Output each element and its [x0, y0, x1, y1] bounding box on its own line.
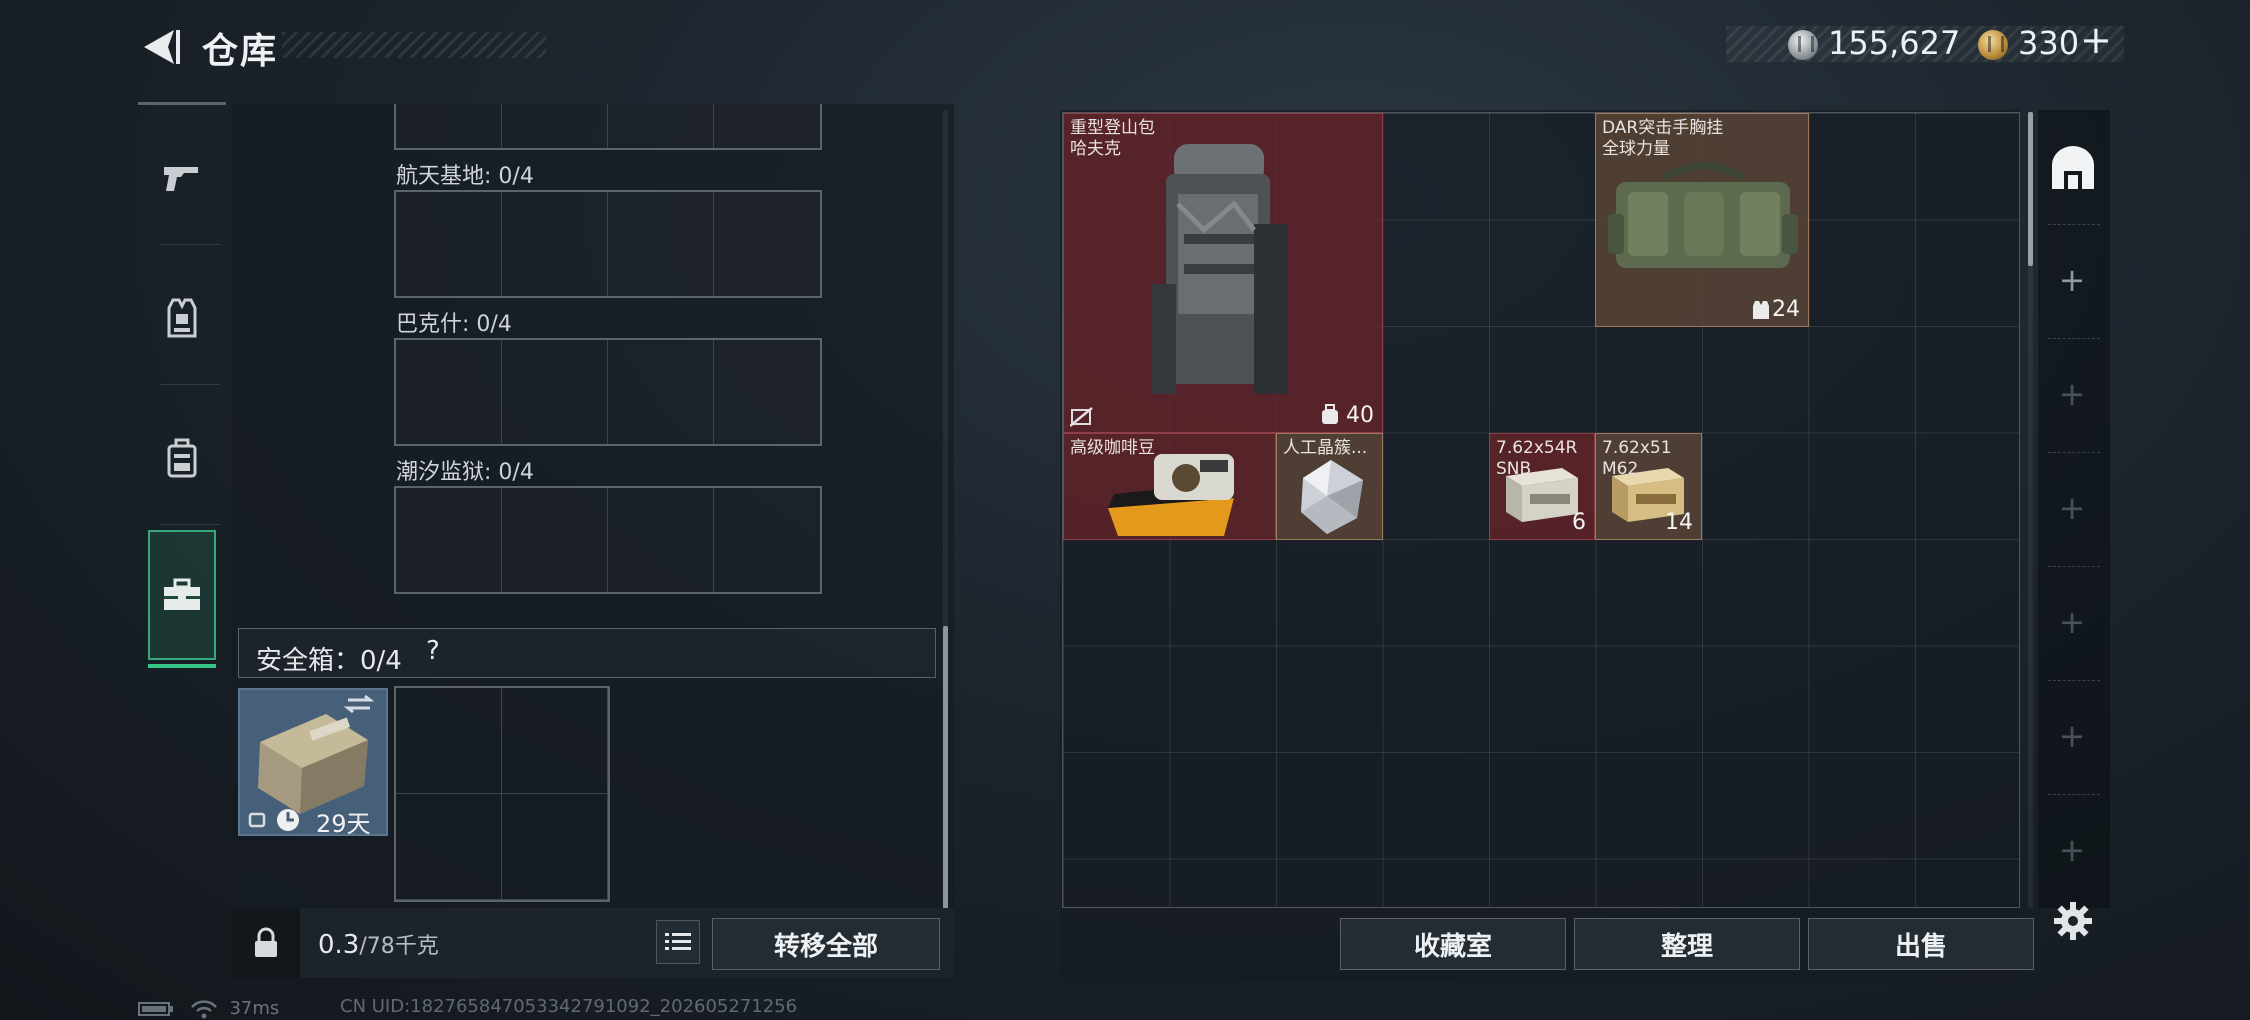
rail-divider	[2048, 566, 2100, 567]
back-button[interactable]	[138, 26, 182, 68]
list-view-button[interactable]	[656, 920, 700, 964]
sidebar-divider	[160, 524, 220, 525]
stash-item-ammo-762x54r[interactable]: 7.62x54R SNB 6	[1489, 433, 1595, 540]
stash-item-crystal[interactable]: 人工晶簇...	[1276, 433, 1383, 540]
capacity-vest-icon	[1753, 301, 1769, 319]
item-name: 7.62x54R SNB	[1496, 438, 1578, 480]
gold-coin-icon	[1978, 30, 2008, 60]
item-capacity: 24	[1772, 297, 1800, 322]
container-grid-spaceport[interactable]	[394, 190, 822, 298]
item-capacity: 40	[1346, 403, 1374, 428]
title-decoration	[282, 32, 546, 58]
rail-divider	[2048, 794, 2100, 795]
rail-divider	[2048, 452, 2100, 453]
add-stash-page-button[interactable]: +	[2052, 488, 2092, 528]
sidebar-divider	[160, 244, 220, 245]
list-icon	[665, 933, 691, 950]
user-uid: CN UID:182765847053342791092_20260527125…	[340, 996, 798, 1017]
add-stash-page-button[interactable]: +	[2052, 602, 2092, 642]
item-name: DAR突击手胸挂 全球力量	[1602, 118, 1724, 160]
add-stash-page-button[interactable]: +	[2052, 260, 2092, 300]
status-indicators: 37ms	[138, 998, 279, 1019]
weight-max: /78千克	[359, 934, 439, 959]
add-currency-button[interactable]: +	[2080, 18, 2112, 62]
transfer-all-button[interactable]: 转移全部	[712, 918, 940, 970]
back-arrow-icon	[144, 30, 180, 64]
add-stash-page-button[interactable]: +	[2052, 830, 2092, 870]
item-name: 高级咖啡豆	[1070, 438, 1155, 458]
capacity-bag-icon	[1322, 404, 1338, 424]
safe-duration: 29天	[316, 810, 371, 838]
briefcase-icon	[164, 578, 200, 610]
sidebar-top-line	[138, 102, 226, 105]
sell-button[interactable]: 出售	[1808, 918, 2034, 970]
section-label-spaceport: 航天基地: 0/4	[396, 164, 534, 189]
coffee-bag-image	[1108, 454, 1234, 536]
backpack-image	[1152, 144, 1288, 394]
safe-box-label: 安全箱：0/4	[256, 646, 402, 676]
chest-rig-image	[1608, 162, 1798, 268]
stash-item-ammo-762x51[interactable]: 7.62x51 M62 14	[1595, 433, 1702, 540]
collection-room-button[interactable]: 收藏室	[1340, 918, 1566, 970]
weight-current: 0.3	[318, 930, 360, 960]
section-label-tidal-prison: 潮汐监狱: 0/4	[396, 460, 534, 485]
lock-button[interactable]	[232, 908, 300, 978]
lock-icon	[255, 927, 277, 957]
stash-scrollbar[interactable]	[2028, 112, 2033, 908]
stash-page-main[interactable]	[2042, 136, 2104, 200]
page-title: 仓库	[202, 31, 279, 72]
no-insure-icon	[1070, 407, 1093, 427]
sidebar-item-vest[interactable]	[138, 258, 226, 378]
section-label-bakhsh: 巴克什: 0/4	[396, 312, 512, 337]
safe-box-grid[interactable]	[394, 686, 610, 902]
silver-coin-icon	[1788, 30, 1818, 60]
settings-button[interactable]	[2050, 898, 2096, 944]
stash-home-icon	[2052, 146, 2094, 189]
item-name: 7.62x51 M62	[1602, 438, 1672, 480]
battery-icon	[138, 1002, 173, 1016]
rail-divider	[2048, 680, 2100, 681]
sidebar-item-backpack[interactable]	[138, 398, 226, 518]
pistol-icon	[164, 167, 198, 191]
vest-icon	[167, 298, 197, 338]
stash-item-backpack[interactable]: 重型登山包 哈夫克 40	[1063, 113, 1383, 433]
sort-button[interactable]: 整理	[1574, 918, 1800, 970]
add-stash-page-button[interactable]: +	[2052, 374, 2092, 414]
container-scroll-thumb[interactable]	[943, 626, 948, 910]
sidebar-divider	[160, 384, 220, 385]
silver-currency-value: 155,627	[1828, 24, 1961, 62]
rail-divider	[2048, 338, 2100, 339]
sidebar-item-stash-case[interactable]	[148, 530, 216, 668]
backpack-icon	[167, 438, 197, 478]
add-stash-page-button[interactable]: +	[2052, 716, 2092, 756]
item-name: 人工晶簇...	[1283, 438, 1368, 458]
item-quantity: 6	[1572, 510, 1586, 535]
gear-icon	[2054, 902, 2092, 940]
ping-value: 37ms	[229, 998, 280, 1019]
rail-divider	[2048, 224, 2100, 225]
stash-item-coffee[interactable]: 高级咖啡豆	[1063, 433, 1276, 540]
item-name: 重型登山包 哈夫克	[1070, 118, 1155, 160]
stash-item-chest-rig[interactable]: DAR突击手胸挂 全球力量 24	[1595, 113, 1809, 327]
gold-currency-value: 330	[2018, 24, 2080, 62]
container-grid[interactable]	[394, 104, 822, 150]
help-button[interactable]: ?	[426, 636, 440, 666]
container-grid-bakhsh[interactable]	[394, 338, 822, 446]
safe-box-item[interactable]: 29天	[238, 688, 388, 838]
item-quantity: 14	[1665, 510, 1693, 535]
wifi-icon	[190, 1000, 217, 1019]
crystal-image	[1301, 460, 1363, 534]
sidebar-item-weapons[interactable]	[138, 118, 226, 238]
container-grid-tidal-prison[interactable]	[394, 486, 822, 594]
weight-readout: 0.3/78千克	[318, 928, 439, 960]
stash-grid[interactable]: 重型登山包 哈夫克 40 DAR突击手胸挂 全球力量 24 高级咖啡豆 人工晶簇…	[1062, 112, 2020, 908]
